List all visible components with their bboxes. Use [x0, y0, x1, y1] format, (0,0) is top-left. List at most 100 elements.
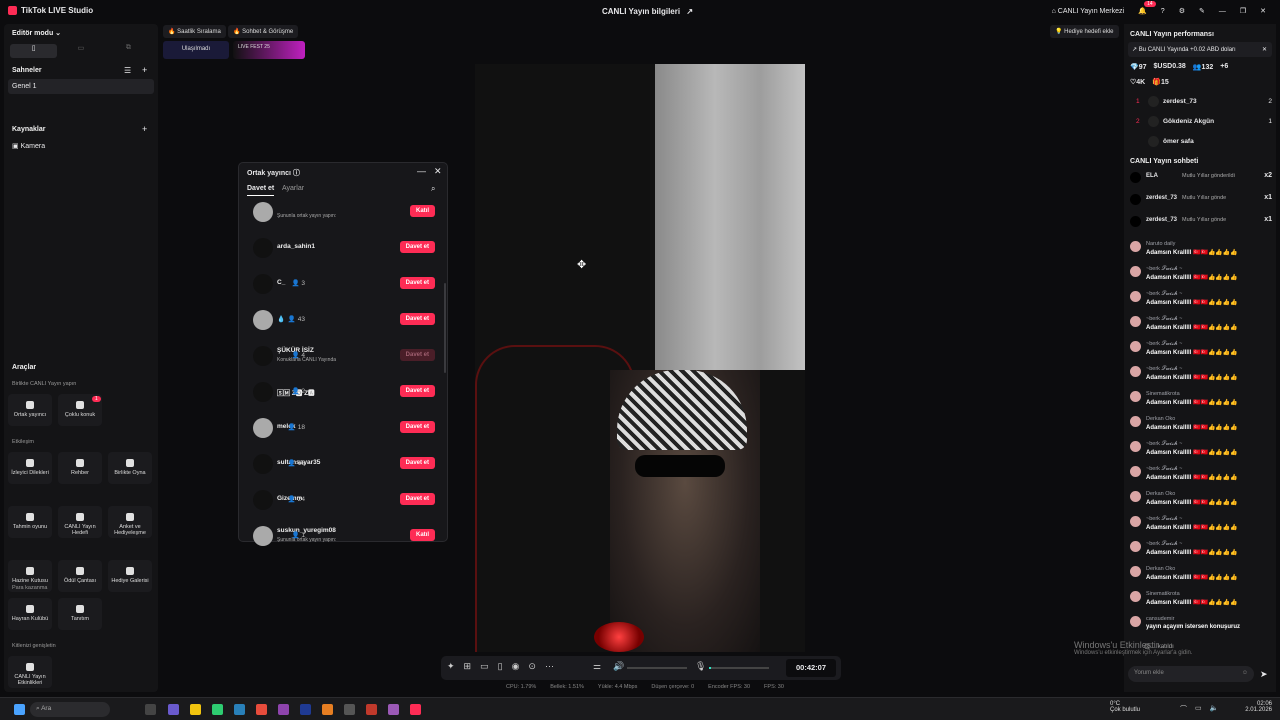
volume-icon[interactable]: 🔊 — [613, 661, 624, 672]
taskbar-search[interactable]: ⌕ Ara — [30, 702, 110, 717]
gift-goal-button[interactable]: 💡 Hediye hedefi ekle — [1050, 25, 1119, 38]
mic-slider[interactable] — [709, 667, 769, 669]
performance-title: CANLI Yayın performansı — [1130, 31, 1214, 38]
dual-icon[interactable]: ⧉ — [105, 44, 152, 58]
chat-call-chip[interactable]: 🔥 Sohbet & Görüşme — [228, 25, 299, 38]
tool-fan-club[interactable]: Hayran Kulübü — [8, 598, 52, 630]
tray-icons[interactable]: ⌒ ▭ 🔈 — [1180, 704, 1218, 714]
help-icon[interactable]: ? — [1161, 8, 1165, 15]
modal-minimize-button[interactable]: — — [417, 166, 426, 176]
tiktok-studio-icon[interactable] — [410, 704, 421, 715]
premiere-icon[interactable] — [278, 704, 289, 715]
ranking-row[interactable]: ömer safa — [1132, 136, 1272, 154]
tool-cohost[interactable]: Ortak yayıncı — [8, 394, 52, 426]
unreached-chip[interactable]: Ulaşılmadı — [163, 41, 229, 59]
invite-button[interactable]: Davet et — [399, 421, 435, 433]
maximize-button[interactable]: ❐ — [1240, 7, 1246, 15]
modal-close-button[interactable]: ✕ — [434, 166, 442, 177]
adjust-icon[interactable]: ⚌ — [593, 661, 601, 672]
more-icon[interactable]: ⋯ — [545, 661, 554, 672]
goal-icon — [76, 513, 84, 521]
tool-prediction[interactable]: Tahmin oyunu — [8, 506, 52, 538]
ranking-row[interactable]: 2 Gökdeniz Akgün 1 — [1132, 116, 1272, 134]
tool-multi-guest[interactable]: Çoklu konuk 1 — [58, 394, 102, 426]
invite-button[interactable]: Davet et — [399, 385, 435, 397]
clock[interactable]: 02:06 2.01.2026 — [1245, 701, 1272, 713]
obs-icon[interactable] — [388, 704, 399, 715]
tool-viewer-wishes[interactable]: İzleyici Dilekleri — [8, 452, 52, 484]
photoshop-icon[interactable] — [300, 704, 311, 715]
game-icon[interactable] — [366, 704, 377, 715]
notification-icon[interactable]: 🔔 14 — [1138, 1, 1156, 15]
wishes-icon — [26, 459, 34, 467]
invite-button[interactable]: Davet et — [399, 349, 435, 361]
tool-play-together[interactable]: Birlikte Oyna — [108, 452, 152, 484]
tool-reward-bag[interactable]: Ödül Çantası — [58, 560, 102, 592]
add-scene-icon[interactable]: + — [142, 65, 147, 75]
scene-item[interactable]: Genel 1 — [8, 79, 154, 94]
phone-icon[interactable]: ▯ — [498, 661, 503, 672]
app-icon[interactable] — [212, 704, 223, 715]
landscape-icon[interactable]: ▭ — [57, 44, 104, 58]
layout-icon[interactable]: ⊞ — [464, 661, 472, 672]
invite-button[interactable]: Davet et — [399, 313, 435, 325]
add-source-icon[interactable]: + — [142, 124, 147, 134]
start-icon[interactable] — [14, 704, 25, 715]
capcut-icon[interactable] — [344, 704, 355, 715]
tool-poll[interactable]: Anket ve Hediyeleşme — [108, 506, 152, 538]
taskview-icon[interactable] — [145, 704, 156, 715]
replay-icon[interactable]: ⊙ — [528, 661, 536, 672]
chrome-icon[interactable] — [256, 704, 267, 715]
invite-button[interactable]: Davet et — [399, 457, 435, 469]
hourly-ranking-chip[interactable]: 🔥 Saatlik Sıralama — [163, 25, 226, 38]
effects-icon[interactable]: ✦ — [447, 661, 455, 672]
send-icon[interactable]: ➤ — [1260, 669, 1268, 680]
live-center-button[interactable]: ⌂ CANLI Yayın Merkezi — [1052, 8, 1124, 15]
tools-icon[interactable]: ✎ — [1199, 7, 1205, 15]
editor-mode-dropdown[interactable]: Editör modu ⌄ — [12, 29, 61, 37]
weather-widget[interactable]: 0°C Çok bulutlu — [1110, 701, 1140, 713]
settings-icon[interactable]: ⚙ — [1179, 7, 1185, 15]
tool-gift-gallery[interactable]: Hediye Galerisi — [108, 560, 152, 592]
list-icon[interactable]: ☰ — [124, 66, 131, 75]
close-button[interactable]: ✕ — [1260, 7, 1266, 15]
tab-settings[interactable]: Ayarlar — [282, 185, 304, 192]
minimize-button[interactable]: — — [1219, 8, 1226, 15]
invite-button[interactable]: Davet et — [399, 493, 435, 505]
tool-promote[interactable]: Tanıtım — [58, 598, 102, 630]
live-info-title[interactable]: CANLI Yayın bilgileri ↗ — [602, 7, 693, 16]
tool-guide[interactable]: Rehber — [58, 452, 102, 484]
share-icon[interactable]: ↗ — [686, 7, 693, 16]
chat-message: Derkan Oko Adamsın Kralllll 🇹🇷🇹🇷👍👍👍👍 — [1130, 564, 1274, 588]
mic-icon[interactable]: 🎙 — [695, 661, 706, 672]
portrait-icon[interactable]: ▯ — [10, 44, 58, 58]
record-icon[interactable]: ◉ — [512, 661, 520, 672]
join-button[interactable]: Katıl — [409, 529, 435, 541]
join-button[interactable]: Katıl — [409, 205, 435, 217]
chat-title: CANLI Yayın sohbeti — [1130, 158, 1199, 165]
tool-live-events[interactable]: CANLI Yayın Etkinlikleri — [8, 656, 52, 688]
teams-icon[interactable] — [168, 704, 179, 715]
follower-count: 👤 3 — [291, 280, 305, 287]
explorer-icon[interactable] — [190, 704, 201, 715]
modal-scrollbar[interactable] — [444, 283, 446, 373]
volume-slider[interactable] — [627, 667, 687, 669]
ranking-row[interactable]: 1 zerdest_73 2 — [1132, 96, 1272, 114]
source-item[interactable]: ▣ Kamera — [12, 142, 45, 150]
live-fest-banner[interactable]: LIVE FEST 25 — [233, 41, 305, 59]
cohost-name: suskun_yuregim08 — [277, 527, 336, 534]
store-icon[interactable] — [234, 704, 245, 715]
gift-row: zerdest_73 Mutlu Yıllar gönde x1 — [1130, 214, 1274, 238]
sources-title: Kaynaklar — [12, 126, 46, 133]
invite-button[interactable]: Davet et — [399, 277, 435, 289]
search-icon[interactable]: ⌕ — [431, 184, 435, 194]
brave-icon[interactable] — [322, 704, 333, 715]
comment-input[interactable]: Yorum ekle ☺ — [1128, 666, 1254, 682]
invite-button[interactable]: Davet et — [399, 241, 435, 253]
banner-close-icon[interactable]: ✕ — [1262, 46, 1267, 53]
tab-invite[interactable]: Davet et — [247, 185, 275, 196]
cohost-sub: Şununla ortak yayın yapın: — [277, 537, 337, 543]
emoji-icon[interactable]: ☺ — [1242, 670, 1248, 676]
tool-live-goal[interactable]: CANLI Yayın Hedefi — [58, 506, 102, 538]
screen-icon[interactable]: ▭ — [480, 661, 489, 672]
